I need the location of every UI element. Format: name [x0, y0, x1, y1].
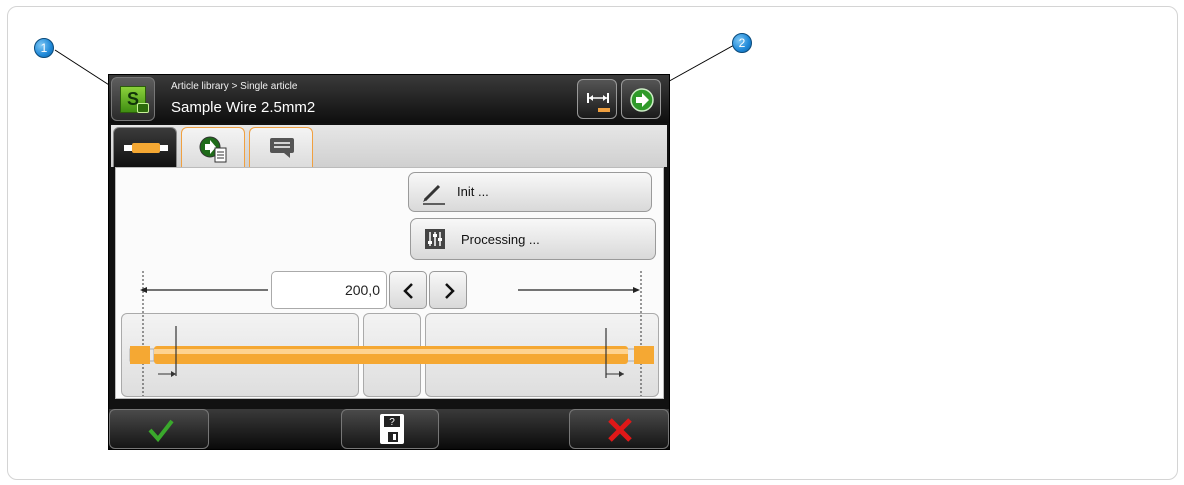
svg-text:?: ?: [389, 417, 395, 428]
close-icon: [608, 418, 632, 442]
wire-icon: [124, 143, 168, 153]
footer-bar: ?: [109, 409, 669, 449]
wire-editor-panel: Init ... Processing ... 200,0: [115, 167, 664, 399]
callout-1: 1: [34, 38, 54, 58]
save-button[interactable]: ?: [341, 409, 439, 449]
callout-2: 2: [732, 33, 752, 53]
save-question-icon: ?: [380, 414, 404, 444]
title-bar: S Article library > Single article Sampl…: [109, 75, 669, 123]
arrow-right-circle-icon: [630, 88, 654, 112]
comment-icon: [270, 138, 294, 158]
wire-diagram: [129, 271, 654, 396]
measure-button[interactable]: [577, 79, 617, 119]
breadcrumb: Article library > Single article: [171, 81, 298, 92]
tab-strip: [111, 125, 667, 167]
device-screen: S Article library > Single article Sampl…: [108, 74, 670, 450]
article-library-button[interactable]: S: [111, 77, 155, 121]
cancel-button[interactable]: [569, 409, 669, 449]
tab-comment[interactable]: [249, 127, 313, 167]
page-title: Sample Wire 2.5mm2: [171, 99, 316, 116]
checkmark-icon: [148, 419, 174, 443]
tab-process[interactable]: [181, 127, 245, 167]
next-step-button[interactable]: [621, 79, 661, 119]
process-list-icon: [199, 136, 227, 163]
confirm-button[interactable]: [109, 409, 209, 449]
measure-length-icon: [587, 93, 610, 112]
camera-icon: [137, 103, 149, 113]
tab-wire[interactable]: [113, 127, 177, 167]
